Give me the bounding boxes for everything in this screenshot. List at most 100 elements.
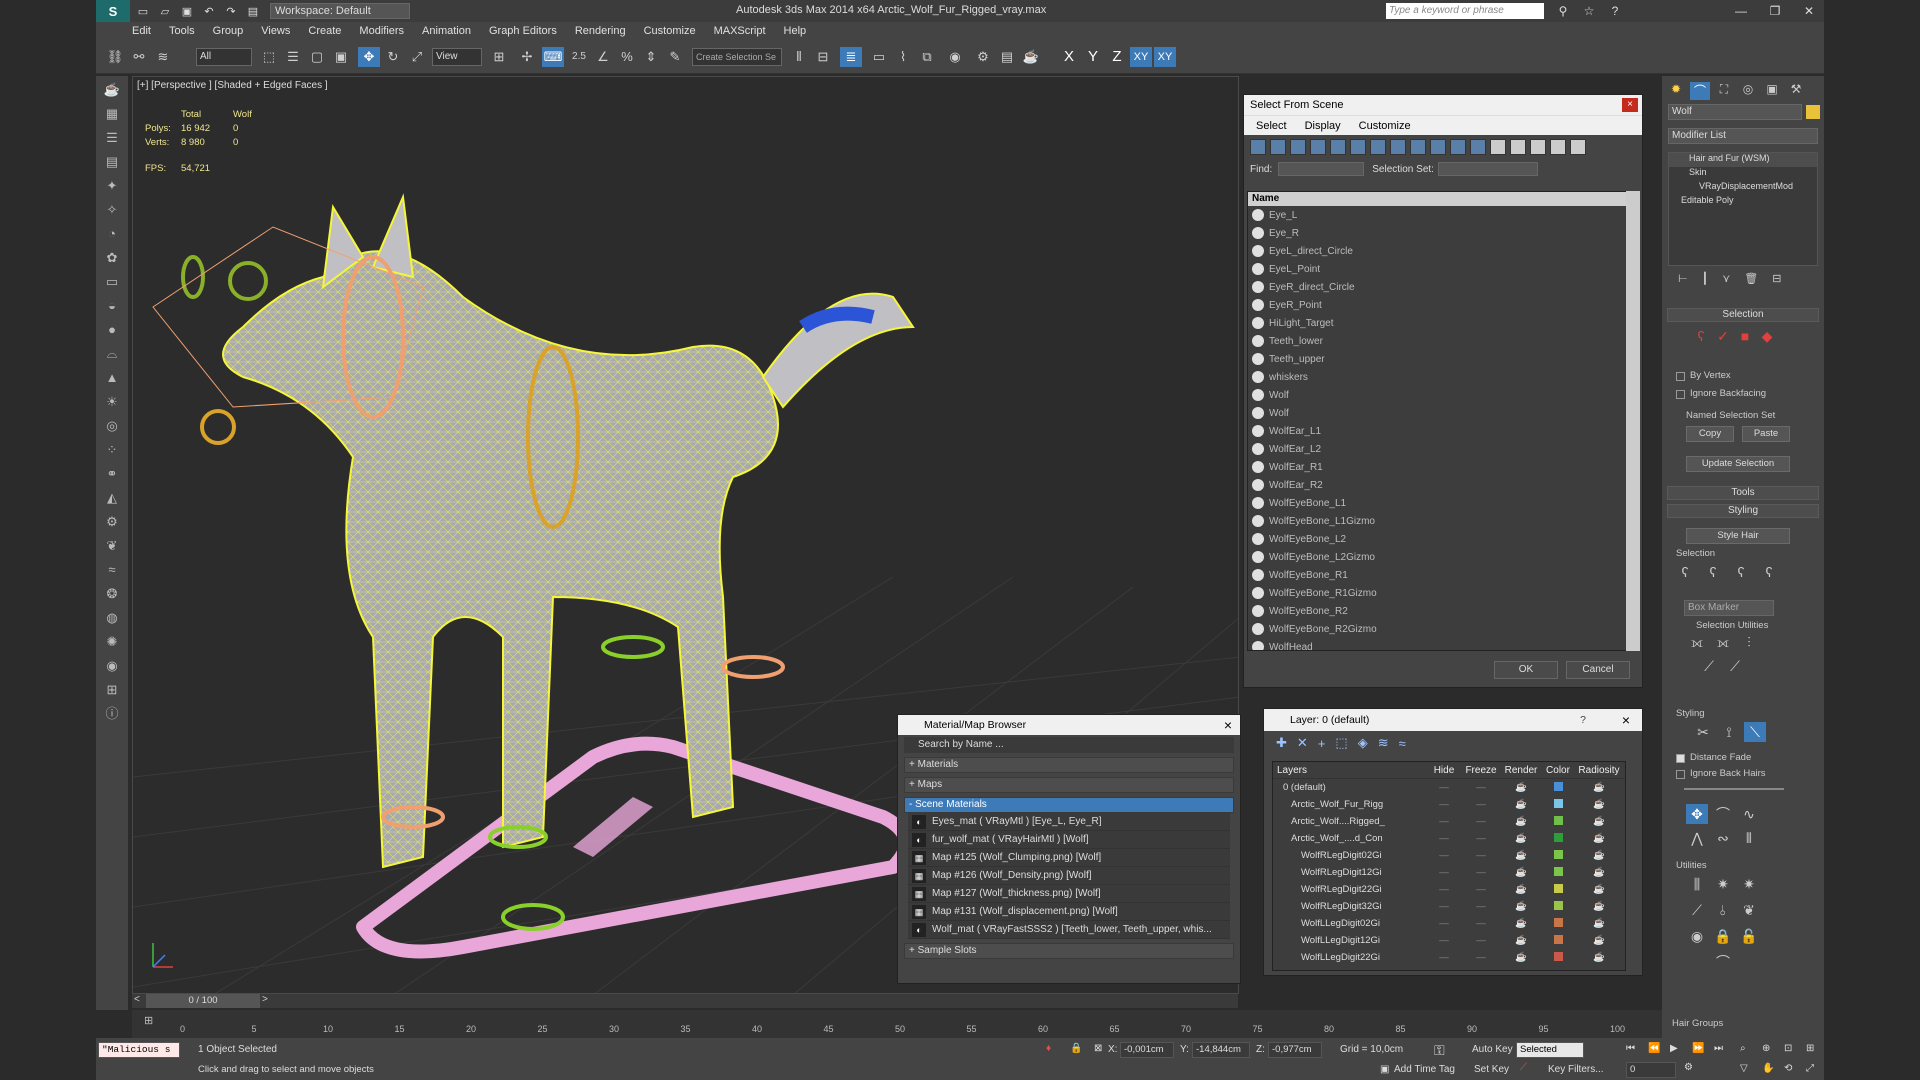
key-icon[interactable]: ⚿	[1434, 1042, 1445, 1059]
hide-selected-icon[interactable]: ⟋	[1698, 656, 1720, 676]
toggle-collisions-icon[interactable]: ◉	[1686, 926, 1708, 946]
select-rotate-icon[interactable]: ↻	[382, 47, 404, 67]
viewport-label[interactable]: [+] [Perspective ] [Shaded + Edged Faces…	[137, 80, 328, 91]
menu-graph-editors[interactable]: Graph Editors	[489, 25, 557, 37]
keyboard-shortcut-icon[interactable]: ⌨	[542, 47, 564, 67]
layer-manager-icon[interactable]: ≣	[840, 47, 862, 67]
delete-layer-icon[interactable]: ✕	[1297, 735, 1308, 751]
materials-section[interactable]: + Materials	[904, 757, 1234, 773]
app-logo-icon[interactable]: S	[96, 0, 130, 22]
gear-icon[interactable]: ⚙	[101, 512, 123, 532]
list-item[interactable]: EyeL_direct_Circle	[1248, 242, 1626, 260]
layer-row[interactable]: Arctic_Wolf_Fur_Rigg — — ☕ ☕	[1273, 796, 1625, 813]
pin-stack-icon[interactable]: ⊢	[1678, 272, 1688, 290]
display-geometry-icon[interactable]	[1250, 139, 1266, 155]
maximize-viewport-icon[interactable]: ⤢	[1806, 1063, 1814, 1074]
lock-icon[interactable]: 🔒	[1712, 926, 1734, 946]
menu-group[interactable]: Group	[213, 25, 244, 37]
save-icon[interactable]: ▣	[178, 3, 196, 19]
render-toggle-icon[interactable]: ☕	[1501, 816, 1541, 827]
mirror-icon[interactable]: ⫴	[788, 47, 810, 67]
radiosity-toggle-icon[interactable]: ☕	[1575, 782, 1623, 793]
list-scrollbar[interactable]	[1626, 191, 1640, 651]
layer-row[interactable]: WolfRLegDigit22Gi — — ☕ ☕	[1273, 881, 1625, 898]
hemisphere-icon[interactable]: ◒	[101, 296, 123, 316]
menu-maxscript[interactable]: MAXScript	[714, 25, 766, 37]
list-item[interactable]: Wolf	[1248, 404, 1626, 422]
menu-display[interactable]: Display	[1305, 120, 1341, 132]
edit-named-selection-icon[interactable]: ✎	[664, 47, 686, 67]
maxscript-listener[interactable]: "Malicious s	[98, 1042, 180, 1058]
box-icon[interactable]: ▭	[101, 272, 123, 292]
layer-color-swatch[interactable]	[1541, 815, 1575, 828]
goto-start-icon[interactable]: ⏮	[1626, 1043, 1635, 1054]
freeze-toggle[interactable]: —	[1461, 935, 1501, 946]
layer-row[interactable]: WolfRLegDigit32Gi — — ☕ ☕	[1273, 898, 1625, 915]
hide-toggle[interactable]: —	[1427, 816, 1461, 827]
layer-color-swatch[interactable]	[1541, 934, 1575, 947]
cylinder-icon[interactable]: ⌓	[101, 344, 123, 364]
scene-materials-section[interactable]: - Scene Materials	[904, 797, 1234, 813]
select-all-icon[interactable]	[1490, 139, 1506, 155]
hair-icon[interactable]: ≈	[101, 560, 123, 580]
list-item[interactable]: ◐ Wolf_mat ( VRayFastSSS2 ) [Teeth_lower,…	[908, 921, 1230, 939]
window-crossing-icon[interactable]: ▣	[330, 47, 352, 67]
layer-row[interactable]: WolfRLegDigit02Gi — — ☕ ☕	[1273, 847, 1625, 864]
make-unique-icon[interactable]: ⋎	[1722, 272, 1730, 290]
attenuate-icon[interactable]: ⫼	[1686, 874, 1708, 894]
scene-object-list[interactable]: Name Eye_L Eye_R EyeL_direct_Circle EyeL…	[1247, 191, 1627, 651]
pop-zero-icon[interactable]: ✷	[1738, 874, 1760, 894]
layer-color-swatch[interactable]	[1541, 900, 1575, 913]
close-icon[interactable]: ×	[1622, 98, 1638, 112]
list-item[interactable]: EyeL_Point	[1248, 260, 1626, 278]
list-item[interactable]: WolfEyeBone_R1Gizmo	[1248, 584, 1626, 602]
scene-explorer-icon[interactable]: ▦	[101, 104, 123, 124]
time-slider[interactable]: < 0 / 100 >	[132, 994, 1238, 1008]
info-icon[interactable]: ⓘ	[101, 704, 123, 724]
list-icon[interactable]: ☰	[101, 128, 123, 148]
layer-row[interactable]: WolfLLegDigit22Gi — — ☕ ☕	[1273, 949, 1625, 966]
select-hair-icon-1[interactable]: ʕ	[1674, 562, 1696, 582]
reference-coordinate-dropdown[interactable]: View	[432, 48, 482, 66]
styling-rollout[interactable]: Styling	[1667, 504, 1819, 518]
current-frame-field[interactable]: 0	[1626, 1062, 1676, 1078]
maps-section[interactable]: + Maps	[904, 777, 1234, 793]
radiosity-toggle-icon[interactable]: ☕	[1575, 884, 1623, 895]
layer-color-swatch[interactable]	[1541, 832, 1575, 845]
polygon-icon[interactable]: ■	[1734, 326, 1756, 346]
stack-item[interactable]: Editable Poly	[1669, 195, 1817, 209]
freeze-toggle[interactable]: —	[1461, 918, 1501, 929]
axis-y-button[interactable]: Y	[1082, 47, 1104, 67]
list-item[interactable]: Eye_R	[1248, 224, 1626, 242]
comb-icon[interactable]: ⟍	[1744, 722, 1766, 742]
render-toggle-icon[interactable]: ☕	[1501, 833, 1541, 844]
isolate-icon[interactable]: ♦	[1046, 1043, 1051, 1054]
clump-icon[interactable]: ⋀	[1686, 828, 1708, 848]
remove-modifier-icon[interactable]: 🗑	[1744, 272, 1758, 290]
copy-button[interactable]: Copy	[1686, 426, 1734, 442]
torus-icon[interactable]: ◎	[101, 416, 123, 436]
snap-toggle-icon[interactable]: 2.5	[568, 47, 590, 67]
link-icon[interactable]: ⛓	[104, 47, 126, 67]
display-tab-icon[interactable]: ▣	[1762, 82, 1782, 100]
col-color[interactable]: Color	[1541, 765, 1575, 776]
maximize-icon[interactable]: ❐	[1760, 2, 1790, 20]
close-icon[interactable]: ✕	[1794, 2, 1824, 20]
motion-tab-icon[interactable]: ◎	[1738, 82, 1758, 100]
list-item[interactable]: ◐ fur_wolf_mat ( VRayHairMtl ) [Wolf]	[908, 831, 1230, 849]
layer-color-swatch[interactable]	[1541, 849, 1575, 862]
select-hair-icon-3[interactable]: ʕ	[1730, 562, 1752, 582]
menu-customize[interactable]: Customize	[644, 25, 696, 37]
named-selection-sets-dropdown[interactable]: Create Selection Se	[692, 48, 782, 66]
add-time-tag[interactable]: Add Time Tag	[1394, 1064, 1455, 1075]
display-shapes-icon[interactable]	[1270, 139, 1286, 155]
layer-color-swatch[interactable]	[1541, 866, 1575, 879]
paste-button[interactable]: Paste	[1742, 426, 1790, 442]
utilities-tab-icon[interactable]: ⚒	[1786, 82, 1806, 100]
render-production-icon[interactable]: ☕	[1020, 47, 1042, 67]
radiosity-toggle-icon[interactable]: ☕	[1575, 850, 1623, 861]
modifier-list-dropdown[interactable]: Modifier List	[1668, 128, 1818, 144]
select-hair-icon-4[interactable]: ʕ	[1758, 562, 1780, 582]
display-containers-icon[interactable]	[1430, 139, 1446, 155]
render-toggle-icon[interactable]: ☕	[1501, 867, 1541, 878]
